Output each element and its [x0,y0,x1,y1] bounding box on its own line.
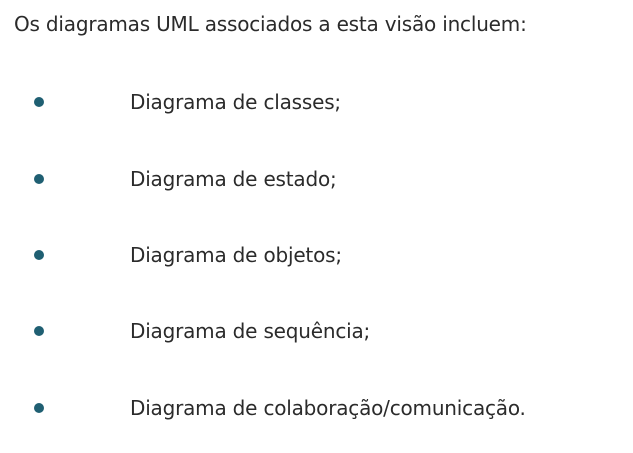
list-item-label: Diagrama de objetos; [130,243,342,267]
list-item: Diagrama de sequência; [0,316,633,346]
list-item-label: Diagrama de colaboração/comunicação. [130,396,526,420]
list-item: Diagrama de estado; [0,164,633,194]
bullet-icon [34,97,44,107]
intro-paragraph: Os diagramas UML associados a esta visão… [14,12,527,36]
bullet-icon [34,326,44,336]
list-item-label: Diagrama de estado; [130,167,337,191]
list-item-label: Diagrama de sequência; [130,319,371,343]
bullet-icon [34,174,44,184]
bullet-icon [34,403,44,413]
list-item: Diagrama de objetos; [0,240,633,270]
bullet-icon [34,250,44,260]
list-item: Diagrama de colaboração/comunicação. [0,393,633,423]
list-item-label: Diagrama de classes; [130,90,341,114]
list-item: Diagrama de classes; [0,87,633,117]
